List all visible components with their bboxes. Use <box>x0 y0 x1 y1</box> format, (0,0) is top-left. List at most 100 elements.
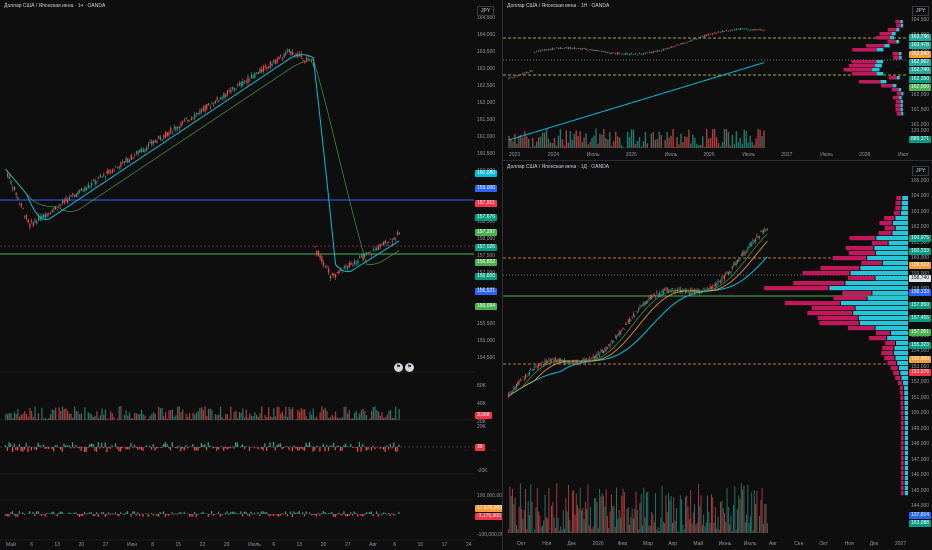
volume-bar <box>593 497 595 533</box>
volume-bar <box>352 418 354 420</box>
candle-body <box>534 366 536 368</box>
left-price-axis[interactable]: 164,500 164,000 163,500 163,000 162,500 162,0… <box>474 0 506 550</box>
candle-body <box>587 49 589 51</box>
oscillator-bar <box>346 446 348 447</box>
candle-body <box>514 76 516 78</box>
volume-bar <box>684 136 686 148</box>
candle-body <box>113 170 115 171</box>
left-currency-label[interactable]: JPY <box>477 6 495 16</box>
candle-body <box>609 343 611 347</box>
volume-bar <box>331 414 333 420</box>
volume-bar <box>341 417 344 420</box>
flow-bar <box>327 513 330 514</box>
right-bottom-price-axis[interactable]: 165,000 164,000 163,000 162,000 161,000 160,0… <box>908 161 932 550</box>
price-tick: 162,000 <box>911 92 930 98</box>
volume-bar <box>544 494 546 533</box>
candle-body <box>621 329 623 331</box>
volume-bar <box>615 131 617 148</box>
right-bottom-chart-pane[interactable]: Доллар США / Японская иена · 1Д · OANDA … <box>503 161 908 550</box>
candle-body <box>307 58 309 59</box>
volume-bar <box>395 406 397 420</box>
volume-bar <box>371 410 373 420</box>
volume-bar <box>72 417 74 420</box>
volume-bar <box>731 530 733 533</box>
oscillator-bar <box>362 443 364 447</box>
volume-bar <box>727 507 729 533</box>
left-price-chart[interactable]: Май 6 13 20 27 Июн 8 15 22 29 Июль 6 13 20 27 Авг 6 10 17 2… <box>0 0 474 550</box>
volume-bar <box>549 142 552 148</box>
price-tag: 157,911 <box>475 199 497 207</box>
volume-profile-bar <box>900 426 904 431</box>
right-bottom-price-chart[interactable]: Окт Ноя Дек 2026 Фев Мар Апр Май Июнь Июль Авг Сен О… <box>503 161 908 550</box>
oscillator-bar <box>130 442 132 447</box>
flow-bar <box>296 512 299 514</box>
volume-bar <box>591 528 593 533</box>
candle-body <box>533 52 536 54</box>
volume-bar <box>733 144 736 148</box>
price-tag: 156,650 <box>475 273 498 281</box>
volume-bar <box>357 417 359 420</box>
price-tick: 163,000 <box>911 208 930 215</box>
volume-bar <box>557 135 560 148</box>
oscillator-bar <box>269 442 271 447</box>
candle-body <box>632 313 634 316</box>
right-top-chart-pane[interactable]: Доллар США / Японская иена · 1Н · OANDA … <box>503 0 908 160</box>
volume-bar <box>526 529 528 533</box>
flow-bar <box>393 514 395 516</box>
volume-bar <box>725 521 727 533</box>
volume-bar <box>108 419 110 420</box>
flag-icon[interactable]: ⚑ <box>394 363 403 372</box>
oscillator-bar <box>145 445 148 447</box>
volume-bar <box>214 413 216 420</box>
candle-body <box>376 247 378 251</box>
volume-bar <box>561 139 564 148</box>
candle-body <box>720 281 722 283</box>
flow-bar <box>145 513 148 514</box>
candle-body <box>250 74 253 79</box>
volume-bar <box>297 409 299 420</box>
candle-body <box>707 289 709 290</box>
flow-bar <box>85 514 87 515</box>
volume-bar <box>654 139 656 148</box>
volume-bar <box>747 142 749 148</box>
candle-body <box>18 202 21 204</box>
volume-profile-bar <box>887 361 897 366</box>
right-top-price-axis[interactable]: 164,500164,000163,500163,000162,500162,0… <box>908 0 932 160</box>
volume-bar <box>32 416 34 420</box>
volume-bar <box>634 508 636 533</box>
volume-profile-bar <box>892 231 908 236</box>
volume-tag: 3,068 <box>475 412 492 419</box>
candle-body <box>652 51 654 53</box>
flow-bar <box>367 513 369 514</box>
candle-body <box>711 33 714 35</box>
flow-bar <box>133 511 136 514</box>
time-tick: Июль <box>744 541 757 547</box>
volume-bar <box>586 508 588 533</box>
volume-profile-bar <box>893 56 900 60</box>
volume-bar <box>649 526 651 533</box>
volume-bar <box>298 411 301 420</box>
flow-bar <box>341 514 343 516</box>
candle-body <box>573 47 575 49</box>
right-bottom-currency-label[interactable]: JPY <box>912 166 930 176</box>
volume-bar <box>18 416 21 420</box>
volume-bar <box>747 484 749 533</box>
candle-body <box>146 147 148 151</box>
flow-bar <box>281 513 283 514</box>
volume-bar <box>652 132 654 148</box>
volume-bar <box>189 413 191 420</box>
oscillator-bar <box>217 447 220 450</box>
candle-body <box>751 242 753 246</box>
price-tag: 160,080 <box>475 170 498 177</box>
candle-body <box>713 284 715 286</box>
candle-body <box>526 376 528 378</box>
right-top-price-chart[interactable]: 2023 2024 Июль 2025 Июль 2026 Июль 2027 Июль 2028… <box>503 0 908 160</box>
left-chart-pane[interactable]: Доллар США / Японская иена · 1ч · OANDA … <box>0 0 474 550</box>
right-top-currency-label[interactable]: JPY <box>912 6 930 16</box>
time-tick: 2027 <box>895 541 906 547</box>
candle-body <box>29 223 31 228</box>
flag-icon[interactable]: ⚑ <box>405 363 414 372</box>
flow-bar <box>245 511 247 514</box>
volume-bar <box>545 129 548 148</box>
oscillator-bar <box>27 447 29 452</box>
